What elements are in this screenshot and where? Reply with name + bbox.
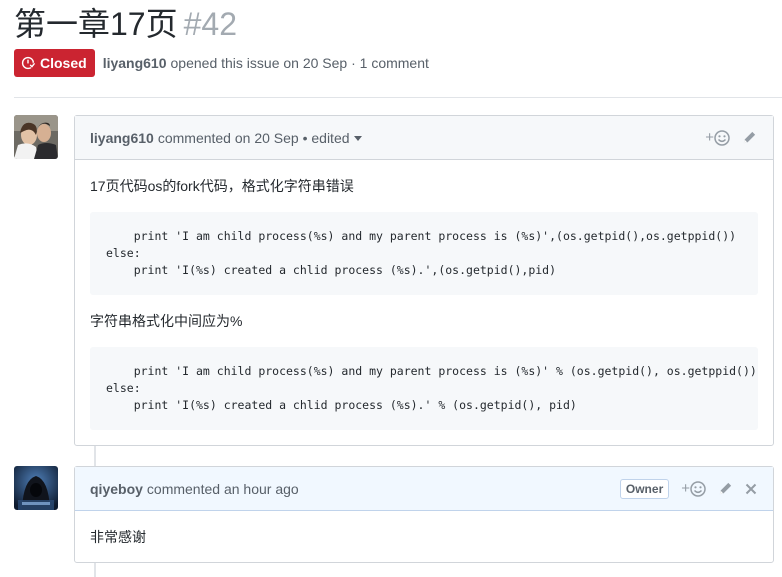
smiley-icon [714, 129, 730, 146]
issue-closed-icon [21, 56, 35, 70]
owner-badge: Owner [619, 478, 670, 499]
comment-header: qiyeboy commented an hour ago Owner + [75, 467, 773, 511]
comment-author-link[interactable]: qiyeboy [90, 481, 143, 497]
pencil-icon [719, 482, 732, 495]
edit-button[interactable] [742, 130, 757, 145]
comment-liyang610: liyang610 commented on 20 Sep • edited +… [74, 115, 774, 446]
issue-title-text: 第一章17页 [14, 6, 178, 42]
issue-opened-text: opened this issue on 20 Sep · 1 comment [170, 55, 429, 71]
chevron-down-icon [353, 136, 362, 142]
add-reaction-button[interactable]: + [705, 129, 730, 146]
comment-header: liyang610 commented on 20 Sep • edited + [75, 116, 773, 160]
smiley-icon [690, 480, 706, 497]
comment-meta-text: commented on 20 Sep • edited [157, 129, 350, 146]
comment-body: 非常感谢 [75, 511, 773, 562]
comment-author-link[interactable]: liyang610 [90, 130, 154, 146]
issue-number: #42 [183, 6, 237, 42]
issue-author-link[interactable]: liyang610 [103, 55, 167, 71]
status-label: Closed [40, 55, 87, 71]
timeline-connector [94, 446, 96, 466]
user-photo-avatar[interactable] [14, 115, 58, 159]
code-block: print 'I am child process(%s) and my par… [90, 212, 758, 295]
comment-body: 17页代码os的fork代码，格式化字符串错误 print 'I am chil… [75, 160, 773, 445]
header-divider [14, 97, 782, 98]
hooded-figure-avatar[interactable] [14, 466, 58, 510]
plus-icon: + [705, 129, 714, 146]
code-block: print 'I am child process(%s) and my par… [90, 347, 758, 430]
comment-text: 字符串格式化中间应为% [90, 313, 243, 329]
issue-title: 第一章17页 #42 [14, 4, 237, 44]
pencil-icon [743, 131, 756, 144]
comment-meta[interactable]: commented an hour ago [147, 481, 299, 497]
close-icon [745, 483, 757, 494]
comment-meta[interactable]: commented on 20 Sep • edited [158, 130, 362, 146]
status-badge: Closed [14, 49, 95, 77]
delete-button[interactable] [745, 483, 757, 495]
issue-meta: Closed liyang610 opened this issue on 20… [14, 49, 429, 77]
plus-icon: + [681, 480, 690, 497]
edit-button[interactable] [718, 481, 733, 496]
comment-text: 17页代码os的fork代码，格式化字符串错误 [90, 178, 354, 194]
comment-text: 非常感谢 [90, 529, 146, 545]
comment-qiyeboy: qiyeboy commented an hour ago Owner + 非常… [74, 466, 774, 563]
add-reaction-button[interactable]: + [681, 480, 706, 497]
timeline-connector [94, 563, 96, 577]
